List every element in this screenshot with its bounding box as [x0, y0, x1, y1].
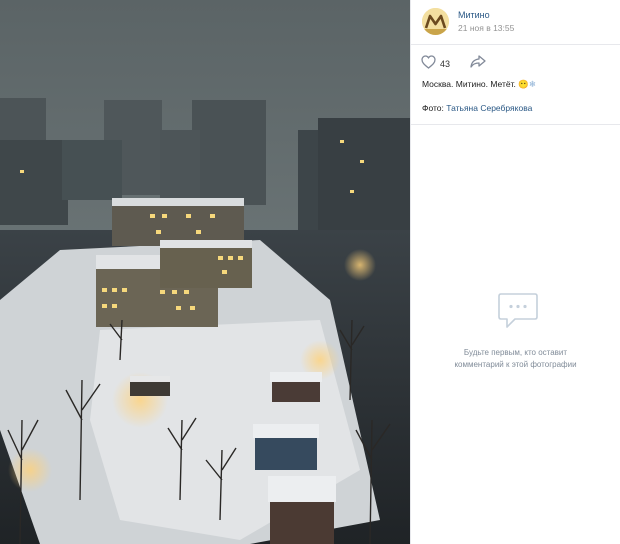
- credit-author-link[interactable]: Татьяна Серебрякова: [446, 103, 532, 113]
- post-header: Митино 21 ноя в 13:55: [411, 0, 620, 45]
- empty-comments-line-1: Будьте первым, кто оставит: [463, 348, 568, 357]
- mitino-logo-icon[interactable]: [422, 8, 449, 35]
- credit-prefix: Фото:: [422, 103, 444, 113]
- post-date[interactable]: 21 ноя в 13:55: [458, 23, 514, 33]
- post-actions: 43: [421, 54, 486, 74]
- post-photo[interactable]: [0, 0, 410, 544]
- photo-credit: Фото: Татьяна Серебрякова: [422, 103, 532, 113]
- share-arrow-icon[interactable]: [470, 55, 486, 73]
- post-side-panel: Митино 21 ноя в 13:55 43 Москва. Митино.…: [410, 0, 620, 544]
- empty-comments-message: Будьте первым, кто оставит комментарий к…: [411, 347, 620, 371]
- divider: [411, 124, 620, 125]
- post-author-link[interactable]: Митино: [458, 10, 490, 20]
- caption-text: Москва. Митино. Метёт.: [422, 79, 516, 89]
- empty-comments-line-2: комментарий к этой фотографии: [454, 360, 577, 369]
- caption-emoji: 😶❄: [518, 79, 537, 89]
- heart-icon[interactable]: [421, 54, 436, 74]
- post-caption: Москва. Митино. Метёт. 😶❄: [422, 79, 536, 90]
- snowy-city-photo: [0, 0, 410, 544]
- comment-bubble-icon: [497, 291, 539, 336]
- likes-count: 43: [440, 59, 451, 69]
